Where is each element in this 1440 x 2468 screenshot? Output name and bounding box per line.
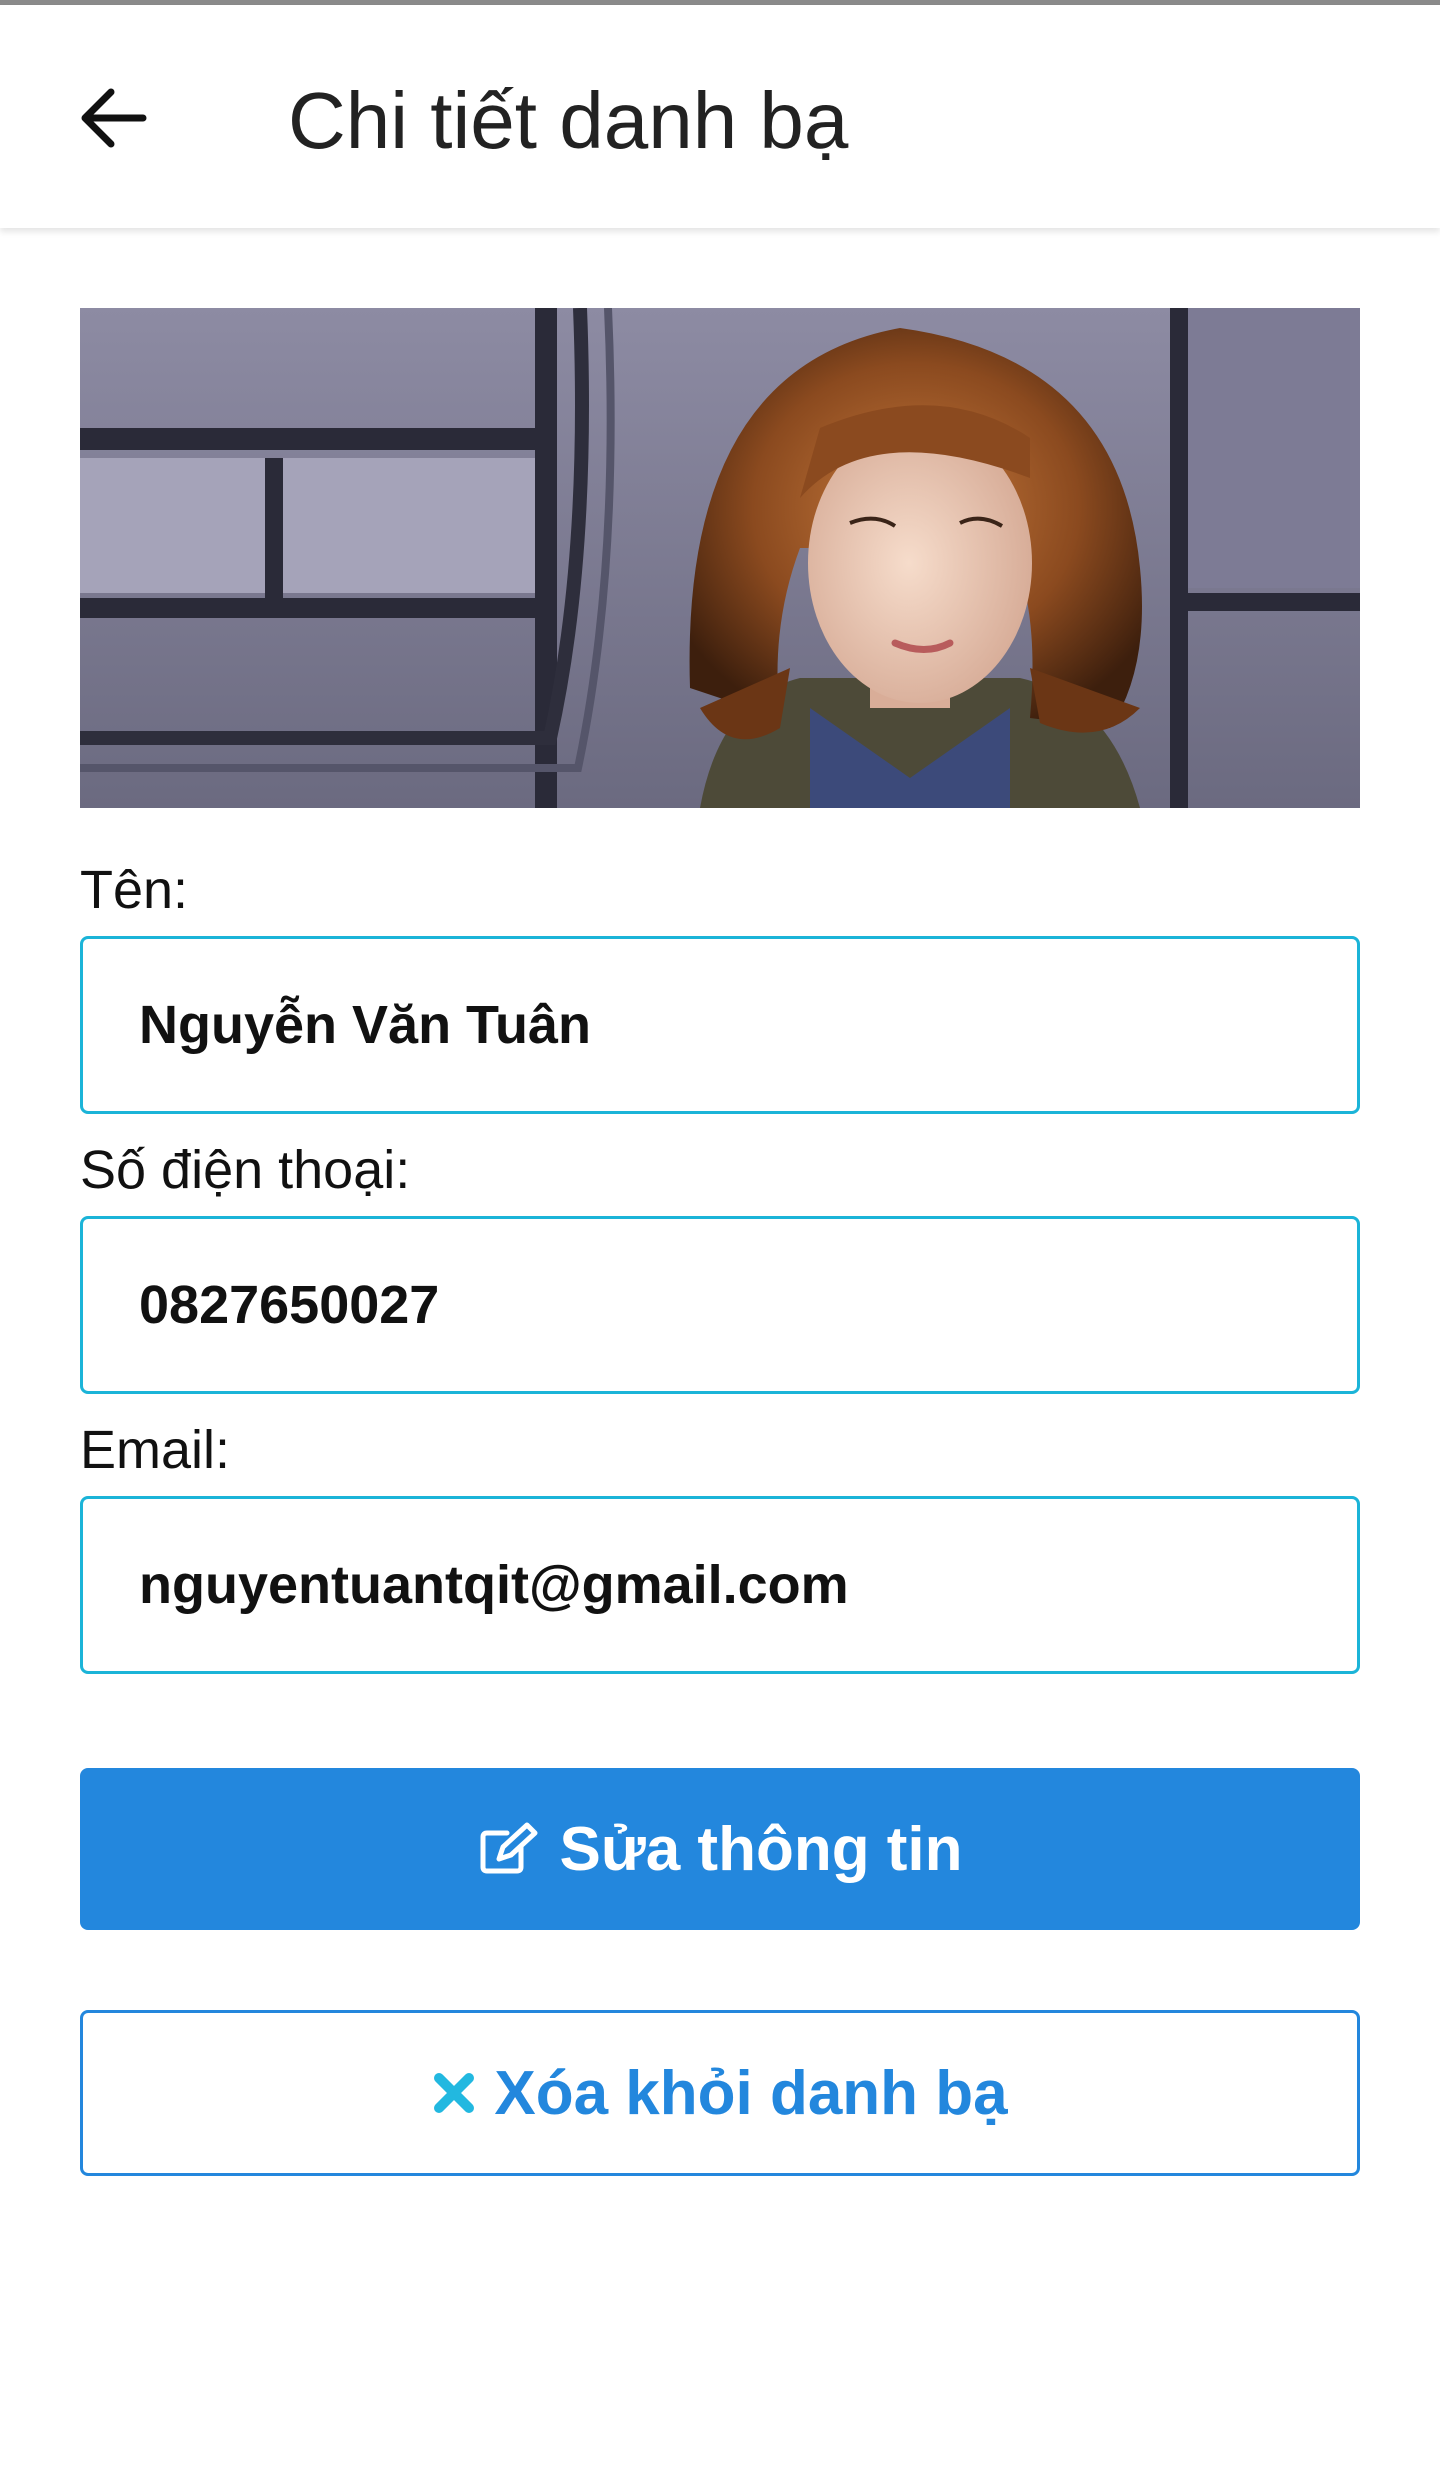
page-title: Chi tiết danh bạ — [288, 76, 849, 165]
app-bar: Chi tiết danh bạ — [0, 5, 1440, 228]
edit-icon — [477, 1821, 541, 1877]
email-label: Email: — [80, 1420, 231, 1480]
name-label: Tên: — [80, 860, 189, 920]
phone-field[interactable] — [80, 1216, 1360, 1394]
edit-info-label: Sửa thông tin — [559, 1814, 963, 1884]
delete-contact-button[interactable]: Xóa khỏi danh bạ — [80, 2010, 1360, 2176]
contact-photo — [80, 308, 1360, 808]
delete-contact-label: Xóa khỏi danh bạ — [494, 2058, 1008, 2128]
phone-label: Số điện thoại: — [80, 1140, 411, 1200]
email-field[interactable] — [80, 1496, 1360, 1674]
name-field[interactable] — [80, 936, 1360, 1114]
contact-detail-screen: Chi tiết danh bạ Tên: Nguyễn Văn Tuân Số… — [0, 0, 1440, 2468]
contact-photo-image — [80, 308, 1360, 808]
edit-info-button[interactable]: Sửa thông tin — [80, 1768, 1360, 1930]
back-button[interactable] — [62, 67, 164, 169]
arrow-left-icon — [81, 88, 147, 148]
close-icon — [432, 2071, 476, 2115]
